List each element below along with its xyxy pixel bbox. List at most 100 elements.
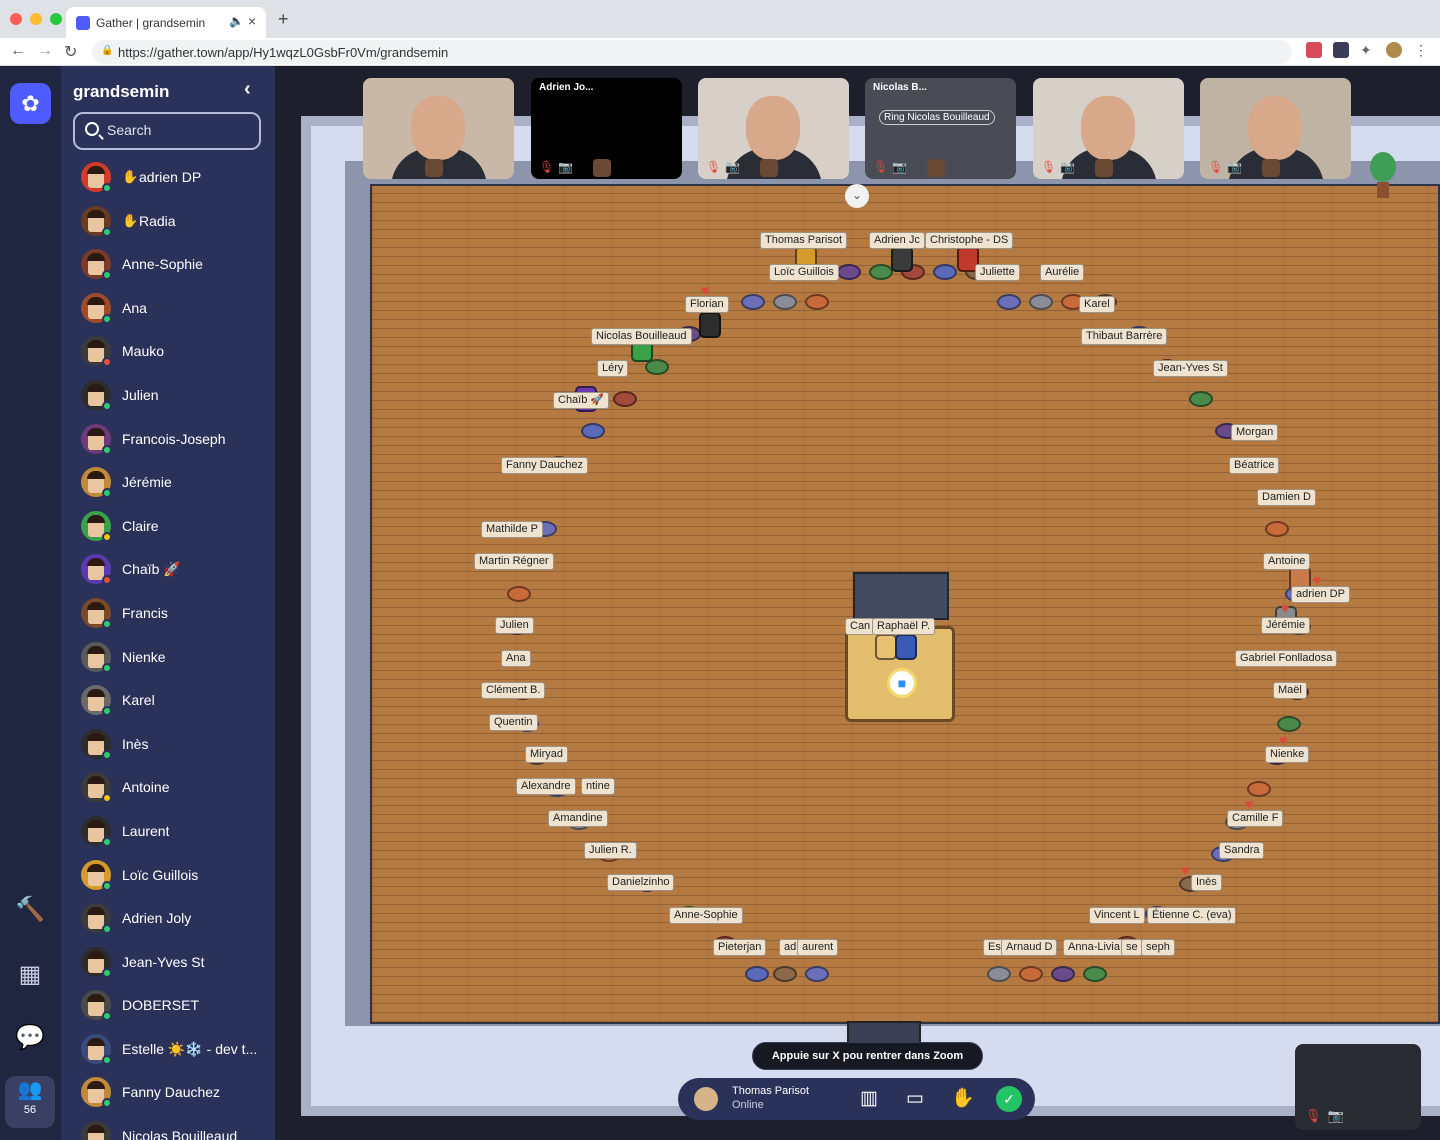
video-tile[interactable]: 🎙📷 xyxy=(698,78,849,179)
cushion-seat[interactable] xyxy=(745,966,769,982)
participant-row[interactable]: Francois-Joseph xyxy=(61,418,275,462)
participant-row[interactable]: Inès xyxy=(61,723,275,767)
participant-name: Antoine xyxy=(122,779,170,796)
cushion-seat[interactable] xyxy=(1029,294,1053,310)
forward-icon[interactable]: → xyxy=(37,42,53,60)
gather-logo-icon[interactable]: ✿ xyxy=(10,83,51,124)
presence-status-dot xyxy=(102,531,112,542)
new-tab-button[interactable]: + xyxy=(278,9,289,30)
cushion-seat[interactable] xyxy=(997,294,1021,310)
participant-row[interactable]: Anne-Sophie xyxy=(61,243,275,287)
participant-row[interactable]: Antoine xyxy=(61,766,275,810)
available-check-icon[interactable]: ✓ xyxy=(996,1086,1022,1112)
cushion-seat[interactable] xyxy=(1265,521,1289,537)
avatar-name-label: Clément B. xyxy=(481,682,546,699)
participant-row[interactable]: Karel xyxy=(61,679,275,723)
participant-name: Jérémie xyxy=(122,474,172,491)
participant-row[interactable]: Loïc Guillois xyxy=(61,854,275,898)
avatar-name-label: Anna-Livia xyxy=(1063,939,1125,956)
cushion-seat[interactable] xyxy=(507,586,531,602)
close-window-button[interactable] xyxy=(10,13,22,25)
player-avatar[interactable] xyxy=(875,634,897,660)
participant-name: Francis xyxy=(122,604,168,621)
screen-share-icon[interactable]: ▭ xyxy=(902,1086,928,1112)
participant-row[interactable]: Jean-Yves St xyxy=(61,941,275,985)
cushion-seat[interactable] xyxy=(741,294,765,310)
browser-tab[interactable]: Gather | grandsemin 🔈 × xyxy=(66,7,266,38)
participant-row[interactable]: Julien xyxy=(61,374,275,418)
cushion-seat[interactable] xyxy=(1277,716,1301,732)
participant-row[interactable]: Fanny Dauchez xyxy=(61,1071,275,1115)
participant-row[interactable]: ✋ adrien DP xyxy=(61,156,275,200)
cushion-seat[interactable] xyxy=(1189,391,1213,407)
participant-row[interactable]: DOBERSET xyxy=(61,984,275,1028)
player-avatar[interactable] xyxy=(699,312,721,338)
close-tab-icon[interactable]: × xyxy=(248,13,256,29)
raise-hand-icon[interactable]: ✋ xyxy=(950,1086,976,1112)
kebab-menu-icon[interactable]: ⋮ xyxy=(1414,42,1430,58)
my-avatar[interactable] xyxy=(694,1087,718,1111)
participant-row[interactable]: Adrien Joly xyxy=(61,897,275,941)
player-avatar[interactable] xyxy=(895,634,917,660)
video-tile[interactable]: 🎙📷 xyxy=(1033,78,1184,179)
participant-row[interactable]: Laurent xyxy=(61,810,275,854)
video-tile[interactable] xyxy=(363,78,514,179)
cushion-seat[interactable] xyxy=(805,966,829,982)
back-icon[interactable]: ← xyxy=(10,42,26,60)
cushion-seat[interactable] xyxy=(1051,966,1075,982)
cushion-seat[interactable] xyxy=(1083,966,1107,982)
cushion-seat[interactable] xyxy=(613,391,637,407)
profile-avatar[interactable] xyxy=(1386,42,1402,58)
search-input[interactable] xyxy=(107,122,247,138)
participants-button[interactable]: 👥 56 xyxy=(5,1076,55,1128)
zoom-camera-icon[interactable]: ■ xyxy=(887,668,917,698)
video-tile[interactable]: Nicolas B... Ring Nicolas Bouilleaud 🎙📷 xyxy=(865,78,1016,179)
collapse-panel-icon[interactable]: ‹ xyxy=(244,78,251,101)
game-viewport[interactable]: ■ ♥ ♥ ♥ ♥ ♥ ♥ Thomas Parisot Adrien Jc Christop… xyxy=(275,66,1440,1140)
search-box[interactable] xyxy=(73,112,261,150)
muted-mic-camera-icons: 🎙📷 xyxy=(1041,160,1080,174)
cushion-seat[interactable] xyxy=(773,966,797,982)
cushion-seat[interactable] xyxy=(869,264,893,280)
player-avatar[interactable] xyxy=(891,246,913,272)
participant-row[interactable]: ✋ Radia xyxy=(61,200,275,244)
expand-videos-icon[interactable]: ⌄ xyxy=(845,184,869,208)
participant-row[interactable]: Nicolas Bouilleaud xyxy=(61,1115,275,1140)
participant-row[interactable]: Ana xyxy=(61,287,275,331)
map-icon[interactable]: ▥ xyxy=(856,1086,882,1112)
avatar-name-label: Inès xyxy=(1191,874,1222,891)
cushion-seat[interactable] xyxy=(1247,781,1271,797)
puzzle-icon[interactable]: ✦ xyxy=(1360,42,1376,58)
hammer-icon[interactable]: 🔨 xyxy=(14,894,46,926)
calendar-icon[interactable]: ▦ xyxy=(14,959,46,991)
url-field[interactable]: 🔒 https://gather.town/app/Hy1wqzL0GsbFr0… xyxy=(92,40,1292,64)
ring-button[interactable]: Ring Nicolas Bouilleaud xyxy=(879,110,995,125)
video-tile[interactable]: 🎙📷 xyxy=(1200,78,1351,179)
cushion-seat[interactable] xyxy=(773,294,797,310)
cushion-seat[interactable] xyxy=(987,966,1011,982)
cushion-seat[interactable] xyxy=(933,264,957,280)
cushion-seat[interactable] xyxy=(1019,966,1043,982)
speakers-object[interactable] xyxy=(853,572,949,620)
cushion-seat[interactable] xyxy=(581,423,605,439)
chat-icon[interactable]: 💬 xyxy=(14,1022,46,1054)
participant-row[interactable]: Mauko xyxy=(61,330,275,374)
extension-icon[interactable] xyxy=(1306,42,1322,58)
participant-row[interactable]: Chaïb 🚀 xyxy=(61,548,275,592)
minimize-window-button[interactable] xyxy=(30,13,42,25)
participant-row[interactable]: Nienke xyxy=(61,636,275,680)
speaker-icon[interactable]: 🔈 xyxy=(229,14,244,28)
cushion-seat[interactable] xyxy=(805,294,829,310)
extension-icon[interactable] xyxy=(1333,42,1349,58)
video-tile[interactable]: Adrien Jo... 🎙📷 xyxy=(531,78,682,179)
reload-icon[interactable]: ↻ xyxy=(64,42,77,62)
avatar-name-label: Julien xyxy=(495,617,534,634)
maximize-window-button[interactable] xyxy=(50,13,62,25)
participant-row[interactable]: Francis xyxy=(61,592,275,636)
cushion-seat[interactable] xyxy=(837,264,861,280)
self-video-tile[interactable]: 🎙📷 xyxy=(1295,1044,1421,1130)
participant-row[interactable]: Estelle ☀️❄️ - dev t... xyxy=(61,1028,275,1072)
participant-row[interactable]: Claire xyxy=(61,505,275,549)
participant-row[interactable]: Jérémie xyxy=(61,461,275,505)
space-name: grandsemin xyxy=(73,82,170,101)
